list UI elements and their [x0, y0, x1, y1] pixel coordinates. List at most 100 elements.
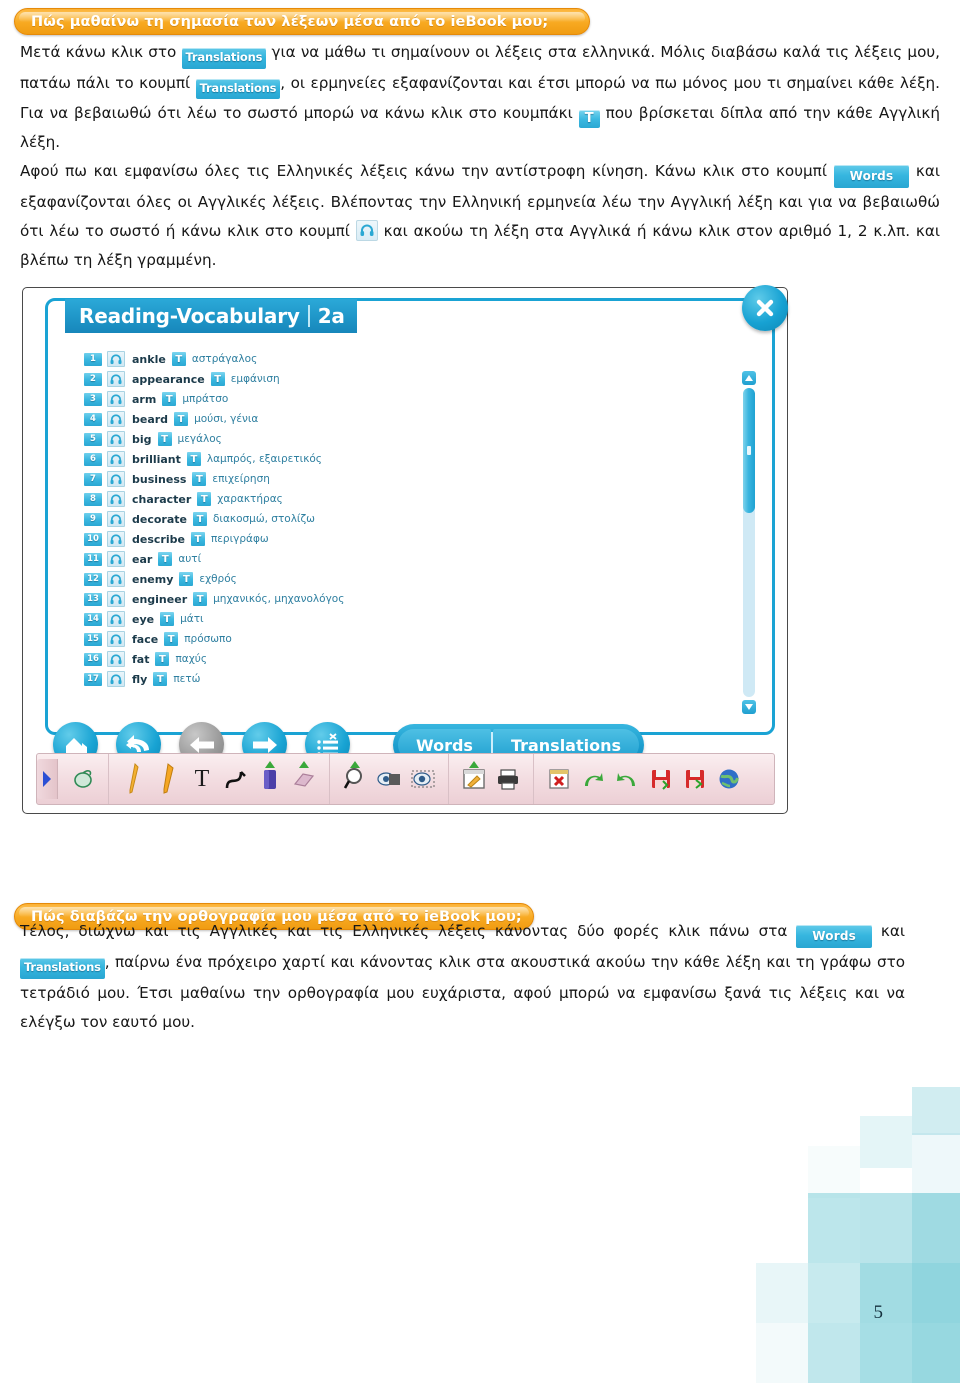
- headphones-icon[interactable]: [107, 491, 125, 507]
- word-number-button[interactable]: 15: [84, 632, 102, 646]
- translate-toggle-icon[interactable]: T: [157, 432, 172, 446]
- word-number-button[interactable]: 6: [84, 452, 102, 466]
- word-list-row: 9 decorate Tδιακοσμώ, στολίζω: [84, 509, 702, 529]
- scrollbar-grip: [747, 446, 751, 455]
- translate-toggle-icon[interactable]: T: [192, 472, 207, 486]
- close-icon[interactable]: [742, 285, 788, 331]
- translate-toggle-icon[interactable]: T: [186, 452, 201, 466]
- english-word: engineer: [132, 592, 188, 606]
- translate-toggle-icon[interactable]: T: [153, 672, 168, 686]
- eraser-icon[interactable]: [287, 759, 321, 799]
- translate-toggle-icon[interactable]: T: [190, 532, 205, 546]
- headphones-icon[interactable]: [107, 651, 125, 667]
- word-number-button[interactable]: 11: [84, 552, 102, 566]
- scroll-up-arrow-icon[interactable]: [742, 371, 756, 385]
- word-number-button[interactable]: 13: [84, 592, 102, 606]
- translate-toggle-icon[interactable]: T: [171, 352, 186, 366]
- tool-dropdown-arrow-icon[interactable]: [350, 761, 360, 768]
- headphones-icon[interactable]: [107, 591, 125, 607]
- headphones-icon[interactable]: [107, 351, 125, 367]
- tool-dropdown-arrow-icon[interactable]: [299, 761, 309, 768]
- headphones-icon[interactable]: [107, 471, 125, 487]
- print-icon[interactable]: [491, 759, 525, 799]
- headphones-icon[interactable]: [107, 511, 125, 527]
- badge-translations-1[interactable]: Translations: [181, 48, 267, 69]
- curve-tool-icon[interactable]: [219, 759, 253, 799]
- word-number-button[interactable]: 9: [84, 512, 102, 526]
- redo-icon[interactable]: [610, 759, 644, 799]
- badge-words-1[interactable]: Words: [833, 165, 910, 188]
- word-number-button[interactable]: 16: [84, 652, 102, 666]
- save-icon[interactable]: [644, 759, 678, 799]
- translate-toggle-icon[interactable]: T: [192, 512, 207, 526]
- translate-toggle-icon[interactable]: T: [155, 652, 170, 666]
- headphones-icon[interactable]: [355, 220, 378, 241]
- scrollbar-track[interactable]: [743, 388, 755, 697]
- word-number-button[interactable]: 4: [84, 412, 102, 426]
- english-word: decorate: [132, 512, 187, 526]
- word-list-row: 11 ear Tαυτί: [84, 549, 702, 569]
- tool-dropdown-arrow-icon[interactable]: [265, 761, 275, 768]
- pencil-icon[interactable]: [151, 759, 185, 799]
- english-word: business: [132, 472, 187, 486]
- mosaic-square: [808, 1146, 860, 1198]
- save-as-icon[interactable]: [678, 759, 712, 799]
- translate-toggle-icon[interactable]: T: [164, 632, 179, 646]
- headphones-icon[interactable]: [107, 571, 125, 587]
- highlighter-icon[interactable]: [253, 759, 287, 799]
- text-tool-icon[interactable]: T: [185, 759, 219, 799]
- thin-pen-icon[interactable]: [117, 759, 151, 799]
- headphones-icon[interactable]: [107, 631, 125, 647]
- magnifier-icon[interactable]: [338, 759, 372, 799]
- headphones-icon[interactable]: [107, 371, 125, 387]
- translate-toggle-icon[interactable]: T: [158, 552, 173, 566]
- headphones-icon[interactable]: [107, 451, 125, 467]
- close-x-glyph: [756, 299, 774, 317]
- word-number-button[interactable]: 14: [84, 612, 102, 626]
- word-number-button[interactable]: 2: [84, 372, 102, 386]
- notes-icon[interactable]: [457, 759, 491, 799]
- word-number-button[interactable]: 7: [84, 472, 102, 486]
- globe-icon[interactable]: [712, 759, 746, 799]
- toolgroup-page: [449, 754, 534, 804]
- spotlight-icon[interactable]: [406, 759, 440, 799]
- reveal-icon[interactable]: [372, 759, 406, 799]
- translate-toggle-icon[interactable]: T: [179, 572, 194, 586]
- badge-words-2[interactable]: Words: [796, 925, 872, 948]
- word-number-button[interactable]: 12: [84, 572, 102, 586]
- headphones-icon[interactable]: [107, 391, 125, 407]
- scrollbar-thumb[interactable]: [743, 388, 755, 513]
- mosaic-square: [912, 1323, 960, 1383]
- badge-translations-3[interactable]: Translations: [20, 958, 105, 979]
- tool-dropdown-arrow-icon[interactable]: [469, 761, 479, 768]
- toolbar-drag-handle[interactable]: [37, 759, 58, 799]
- section-banner-learning-meaning: Πώς μαθαίνω τη σημασία των λέξεων μέσα α…: [14, 8, 590, 35]
- translate-toggle-icon[interactable]: T: [210, 372, 225, 386]
- headphones-icon[interactable]: [107, 411, 125, 427]
- badge-t-button[interactable]: T: [578, 110, 600, 128]
- headphones-icon[interactable]: [107, 431, 125, 447]
- vertical-scrollbar[interactable]: [742, 371, 756, 714]
- headphones-icon[interactable]: [107, 611, 125, 627]
- translate-toggle-icon[interactable]: T: [197, 492, 212, 506]
- headphones-icon[interactable]: [107, 671, 125, 687]
- word-number-button[interactable]: 8: [84, 492, 102, 506]
- undo-icon[interactable]: [576, 759, 610, 799]
- english-word: brilliant: [132, 452, 181, 466]
- headphones-icon[interactable]: [107, 531, 125, 547]
- word-number-button[interactable]: 10: [84, 532, 102, 546]
- translate-toggle-icon[interactable]: T: [162, 392, 177, 406]
- greek-translation: μπράτσο: [182, 393, 229, 405]
- word-number-button[interactable]: 5: [84, 432, 102, 446]
- translate-toggle-icon[interactable]: T: [174, 412, 189, 426]
- mouse-pointer-icon[interactable]: [66, 759, 100, 799]
- badge-translations-2[interactable]: Translations: [195, 78, 281, 99]
- translate-toggle-icon[interactable]: T: [160, 612, 175, 626]
- word-number-button[interactable]: 1: [84, 352, 102, 366]
- close-window-icon[interactable]: [542, 759, 576, 799]
- word-number-button[interactable]: 3: [84, 392, 102, 406]
- scroll-down-arrow-icon[interactable]: [742, 700, 756, 714]
- word-number-button[interactable]: 17: [84, 672, 102, 686]
- headphones-icon[interactable]: [107, 551, 125, 567]
- translate-toggle-icon[interactable]: T: [193, 592, 208, 606]
